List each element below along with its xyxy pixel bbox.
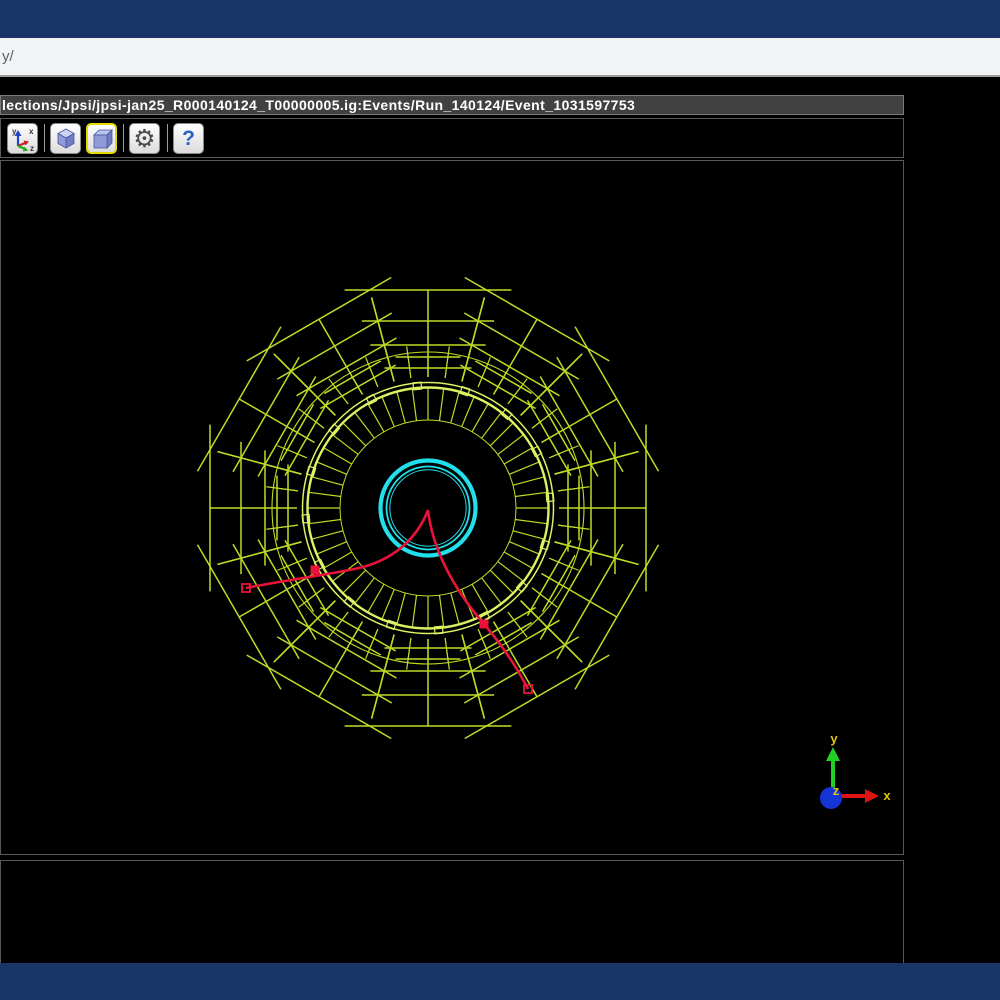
detector-event-svg[interactable]: y x z [1, 161, 903, 854]
toolbar-divider [44, 124, 45, 152]
beam-pipe [381, 461, 476, 556]
settings-button[interactable]: ⚙ [129, 123, 160, 154]
axes-view-button[interactable]: y x z [7, 123, 38, 154]
help-button[interactable]: ? [173, 123, 204, 154]
svg-text:x: x [29, 127, 34, 136]
event-title: lections/Jpsi/jpsi-jan25_R000140124_T000… [2, 97, 635, 114]
window-bottom-bar [0, 963, 1000, 1000]
toolbar-divider [167, 124, 168, 152]
perspective-cube-icon [54, 127, 78, 151]
muon-tracks [242, 510, 532, 693]
event-title-bar: lections/Jpsi/jpsi-jan25_R000140124_T000… [0, 95, 904, 115]
axes-gizmo: y x z [820, 731, 891, 809]
toolbar: y x z ⚙ ? [0, 118, 904, 158]
detector-wireframe [198, 278, 659, 739]
info-panel [0, 860, 904, 964]
orthographic-cube-icon [90, 127, 114, 151]
question-mark-icon: ? [182, 128, 195, 149]
event-display-canvas[interactable]: y x z [0, 160, 904, 855]
browser-url-bar[interactable]: y/ [0, 38, 1000, 77]
svg-text:x: x [883, 788, 891, 803]
axes-icon: y x z [10, 126, 36, 152]
gear-icon: ⚙ [133, 126, 155, 151]
svg-text:y: y [830, 731, 838, 746]
svg-text:z: z [30, 144, 34, 152]
url-text[interactable]: y/ [2, 48, 14, 65]
svg-text:z: z [833, 783, 840, 798]
orthographic-view-button[interactable] [86, 123, 117, 154]
window-top-bar [0, 0, 1000, 38]
perspective-view-button[interactable] [50, 123, 81, 154]
toolbar-divider [123, 124, 124, 152]
